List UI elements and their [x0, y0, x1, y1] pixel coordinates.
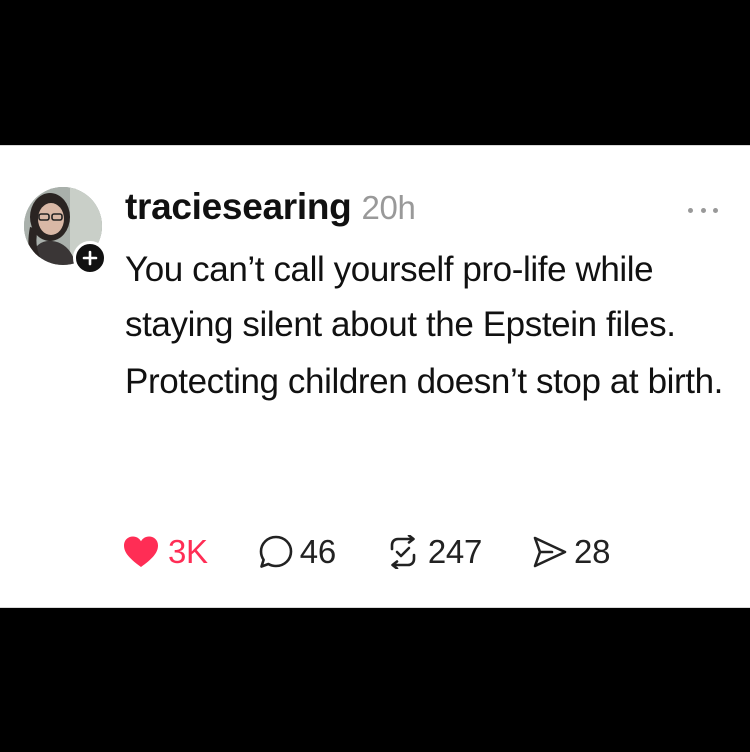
post-paragraph: You can’t call yourself pro-life while s… [125, 250, 676, 344]
ellipsis-icon [700, 207, 706, 213]
post-actions: 3K 46 247 28 [122, 529, 610, 575]
ellipsis-icon [688, 207, 693, 213]
share-count: 28 [574, 533, 611, 570]
plus-icon [82, 250, 98, 266]
post-header: traciesearing 20h [125, 186, 416, 232]
speech-bubble-icon [259, 535, 293, 568]
like-button[interactable]: 3K [122, 529, 208, 575]
like-count: 3K [168, 533, 208, 570]
ellipsis-icon [713, 207, 718, 213]
follow-button[interactable] [73, 241, 107, 275]
heart-icon [124, 536, 158, 567]
share-button[interactable]: 28 [532, 529, 610, 575]
screenshot-frame: traciesearing 20h You can’t call yoursel… [0, 0, 750, 752]
repost-arrows-icon [390, 535, 416, 569]
reply-count: 46 [299, 533, 336, 570]
username-link[interactable]: traciesearing [125, 186, 352, 228]
reply-button[interactable]: 46 [258, 529, 336, 575]
post-paragraph: Protecting children doesn’t stop at birt… [125, 362, 723, 401]
post-card: traciesearing 20h You can’t call yoursel… [0, 145, 750, 608]
more-options-button[interactable] [688, 204, 718, 216]
post-body: You can’t call yourself pro-life while s… [125, 242, 725, 409]
repost-count: 247 [427, 533, 483, 570]
paper-plane-icon [533, 536, 567, 568]
post-timestamp: 20h [361, 189, 416, 226]
repost-button[interactable]: 247 [384, 529, 482, 575]
